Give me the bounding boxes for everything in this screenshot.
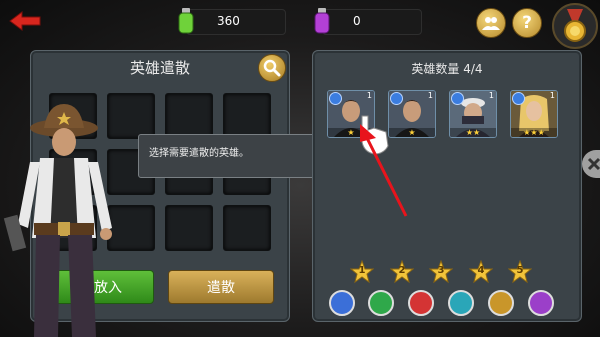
class-filter-purple[interactable] bbox=[528, 290, 554, 316]
medal-icon bbox=[564, 9, 586, 42]
green-resource-counter: 360 bbox=[178, 8, 286, 35]
star-filter-3-label: 3 bbox=[437, 265, 445, 276]
class-badge-icon bbox=[329, 92, 342, 105]
star-filter-4-label: 4 bbox=[477, 265, 485, 276]
star-filter-2-label: 2 bbox=[398, 265, 406, 276]
hero-card[interactable]: 1 ★★★ bbox=[510, 90, 558, 138]
question-mark-icon: ? bbox=[522, 13, 532, 33]
friends-button[interactable] bbox=[476, 8, 506, 38]
tooltip-text: 选择需要遣散的英雄。 bbox=[149, 148, 249, 159]
close-icon bbox=[587, 157, 600, 171]
hero-level: 1 bbox=[549, 91, 555, 100]
hero-count-title: 英雄数量 4/4 bbox=[411, 62, 483, 76]
purple-resource-value: 0 bbox=[353, 14, 361, 28]
purple-resource-counter: 0 bbox=[314, 8, 422, 35]
cowboy-hero-illustration bbox=[3, 104, 112, 337]
search-icon bbox=[263, 59, 281, 77]
star-filter-1-label: 1 bbox=[358, 265, 366, 276]
star-filter-5-label: 5 bbox=[516, 265, 524, 276]
green-potion-icon bbox=[178, 8, 194, 34]
class-filter-green[interactable] bbox=[368, 290, 394, 316]
hero-stars: ★★★ bbox=[511, 128, 557, 137]
side-close-tab[interactable] bbox=[582, 150, 600, 178]
class-filter-cyan[interactable] bbox=[448, 290, 474, 316]
panel-title: 英雄遣散 bbox=[129, 59, 190, 77]
hero-level: 1 bbox=[366, 91, 372, 100]
hero-stars: ★★ bbox=[450, 128, 496, 137]
help-button[interactable]: ? bbox=[512, 8, 542, 38]
class-badge-icon bbox=[451, 92, 464, 105]
class-filter-red[interactable] bbox=[408, 290, 434, 316]
dismiss-slot[interactable] bbox=[165, 93, 213, 139]
hero-level: 1 bbox=[427, 91, 433, 100]
hero-card[interactable]: 1 ★★ bbox=[449, 90, 497, 138]
dismiss-slot[interactable] bbox=[223, 205, 271, 251]
hint-tooltip: 选择需要遣散的英雄。 bbox=[138, 134, 322, 178]
dismiss-slot[interactable] bbox=[223, 93, 271, 139]
class-badge-icon bbox=[512, 92, 525, 105]
purple-potion-icon bbox=[314, 8, 330, 34]
back-arrow-icon[interactable] bbox=[8, 10, 42, 32]
hero-level: 1 bbox=[488, 91, 494, 100]
class-badge-icon bbox=[390, 92, 403, 105]
class-filter-blue[interactable] bbox=[329, 290, 355, 316]
search-button[interactable] bbox=[258, 54, 286, 82]
friends-icon bbox=[482, 17, 500, 30]
tap-hand-icon bbox=[361, 115, 389, 155]
dismiss-slot[interactable] bbox=[165, 205, 213, 251]
green-resource-value: 360 bbox=[217, 14, 240, 28]
medal-button[interactable] bbox=[552, 3, 598, 49]
dismiss-button[interactable]: 遣散 bbox=[168, 270, 274, 304]
class-filter-gold[interactable] bbox=[488, 290, 514, 316]
